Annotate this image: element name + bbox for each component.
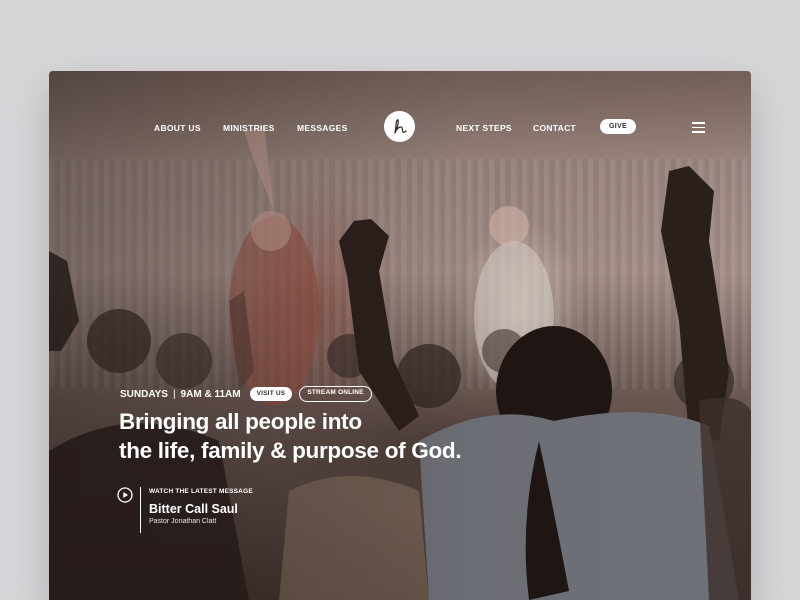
- nav-next-steps[interactable]: NEXT STEPS: [456, 123, 512, 133]
- service-separator: |: [172, 388, 176, 400]
- hero-headline: Bringing all people into the life, famil…: [119, 407, 462, 465]
- hamburger-menu-icon[interactable]: [692, 122, 706, 133]
- website-frame: ABOUT US MINISTRIES MESSAGES NEXT STEPS …: [49, 71, 751, 600]
- message-speaker: Pastor Jonathan Clatt: [149, 518, 217, 525]
- nav-contact[interactable]: CONTACT: [533, 123, 576, 133]
- church-logo[interactable]: [384, 111, 415, 142]
- service-day: SUNDAYS: [120, 388, 168, 400]
- headline-line-2: the life, family & purpose of God.: [119, 438, 462, 463]
- latest-message[interactable]: WATCH THE LATEST MESSAGE Bitter Call Sau…: [140, 487, 253, 533]
- give-button[interactable]: GIVE: [600, 119, 636, 134]
- stream-online-button[interactable]: STREAM ONLINE: [299, 386, 372, 402]
- nav-messages[interactable]: MESSAGES: [297, 123, 348, 133]
- message-title[interactable]: Bitter Call Saul: [149, 502, 253, 516]
- top-nav: ABOUT US MINISTRIES MESSAGES NEXT STEPS …: [49, 71, 751, 183]
- headline-line-1: Bringing all people into: [119, 409, 362, 434]
- play-circle-icon[interactable]: [117, 487, 133, 503]
- logo-script-h-icon: [393, 118, 407, 134]
- visit-us-button[interactable]: VISIT US: [249, 387, 293, 401]
- service-times-row: SUNDAYS | 9AM & 11AM VISIT US STREAM ONL…: [120, 386, 372, 402]
- latest-message-caption: WATCH THE LATEST MESSAGE: [149, 488, 253, 495]
- service-times: 9AM & 11AM: [180, 388, 241, 400]
- nav-ministries[interactable]: MINISTRIES: [223, 123, 275, 133]
- nav-about-us[interactable]: ABOUT US: [154, 123, 201, 133]
